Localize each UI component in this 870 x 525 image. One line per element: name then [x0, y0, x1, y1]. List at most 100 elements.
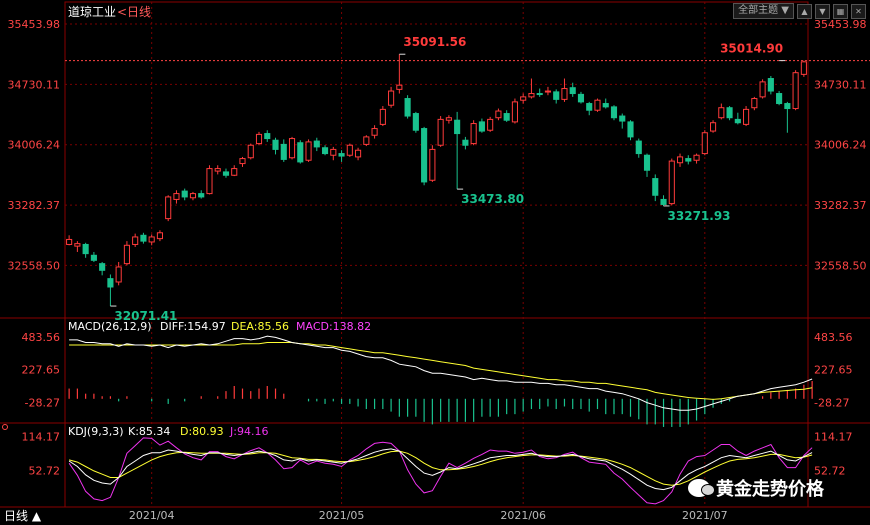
candle-body-up	[544, 90, 552, 93]
candle-body-up	[189, 193, 197, 199]
candle	[586, 101, 593, 116]
candle-body-up	[74, 243, 81, 247]
candle	[313, 137, 320, 152]
candle-body-down	[726, 107, 733, 119]
candle	[379, 106, 386, 127]
candle-body-up	[363, 136, 370, 145]
candle-body-down	[784, 103, 791, 110]
candle	[388, 86, 395, 108]
candle	[255, 131, 263, 146]
macd-panel	[68, 335, 813, 427]
annotation-label: 33271.93	[668, 209, 731, 223]
candle-body-down	[734, 118, 741, 124]
period-selector[interactable]: <日线	[117, 5, 151, 19]
candle-body-down	[280, 143, 287, 160]
candle	[643, 153, 651, 177]
candle-body-down	[536, 93, 543, 96]
candlestick-series	[66, 54, 807, 307]
candle-body-up	[346, 144, 353, 156]
grid-icon[interactable]: ▦	[833, 3, 848, 19]
price-tick-left: 34006.24	[8, 139, 61, 152]
candle	[487, 116, 494, 132]
candle-body-up	[429, 148, 436, 181]
candle-body-down	[627, 121, 634, 138]
candle-body-up	[668, 160, 675, 205]
candle-body-up	[388, 90, 395, 106]
candle-body-down	[660, 198, 667, 205]
candle	[743, 106, 750, 127]
candle	[412, 111, 419, 133]
move-down-icon[interactable]: ▼	[815, 3, 830, 19]
candle	[660, 195, 667, 206]
candle	[676, 153, 684, 167]
candle-body-down	[313, 140, 320, 148]
plot-border	[64, 1, 809, 508]
candle-body-up	[173, 193, 180, 200]
candle-body-up	[445, 117, 452, 121]
close-icon[interactable]: ✕	[851, 3, 866, 19]
candle	[726, 106, 733, 121]
candle	[330, 146, 337, 161]
candle-body-down	[652, 178, 659, 196]
candle-body-down	[586, 103, 593, 111]
candle	[751, 96, 758, 111]
kdj-j-label: J:94.16	[229, 425, 268, 438]
wechat-logo-icon	[688, 479, 715, 497]
candle	[74, 241, 81, 252]
candle	[437, 116, 444, 147]
candle-body-up	[751, 98, 758, 109]
candle	[206, 165, 213, 195]
candle	[66, 235, 73, 246]
candle	[156, 230, 163, 242]
period-toggle[interactable]: 日线 ▲	[4, 509, 42, 523]
candle	[90, 251, 97, 262]
candle	[288, 136, 296, 160]
move-up-icon[interactable]: ▲	[797, 3, 812, 19]
candle	[123, 241, 130, 266]
candle-body-up	[214, 168, 221, 172]
candle-body-down	[643, 154, 651, 171]
candle	[305, 139, 312, 162]
macd-tick-right: 227.65	[814, 364, 853, 377]
candle-body-down	[635, 140, 642, 155]
candle-body-up	[594, 99, 601, 111]
candle	[503, 110, 510, 122]
candle-body-down	[90, 254, 97, 261]
candle-body-down	[421, 128, 428, 183]
candle-body-up	[148, 236, 155, 243]
candle	[718, 103, 725, 120]
candle	[495, 108, 502, 121]
candle-body-down	[264, 133, 271, 140]
candle	[99, 261, 106, 276]
candle-body-down	[602, 103, 609, 108]
theme-dropdown-label: 全部主题	[738, 5, 779, 16]
candle	[693, 153, 700, 164]
candle-body-up	[66, 238, 73, 245]
candle-body-down	[404, 98, 411, 117]
candle	[561, 78, 568, 102]
macd-value-label: MACD:138.82	[296, 320, 371, 333]
kdj-marker-icon	[2, 424, 8, 430]
candle	[222, 168, 230, 178]
candle-body-up	[800, 61, 807, 75]
candle	[247, 143, 254, 160]
candle	[272, 137, 279, 155]
kdj-k-label: K:85.34	[128, 425, 170, 438]
candle	[520, 93, 527, 104]
candle-body-up	[792, 72, 799, 110]
candle-body-up	[288, 138, 296, 159]
candle	[610, 105, 618, 121]
candle	[148, 234, 155, 246]
candle-body-up	[561, 88, 568, 100]
candle	[635, 138, 642, 158]
candle	[668, 158, 675, 206]
macd-dea-label: DEA:85.56	[231, 320, 289, 333]
candle	[759, 79, 766, 99]
candle-body-up	[115, 266, 122, 283]
candle	[231, 165, 238, 177]
kdj-title: KDJ(9,3,3)	[68, 425, 124, 438]
candle	[767, 76, 774, 95]
theme-dropdown[interactable]: 全部主题 ▼	[733, 3, 794, 19]
kdj-tick-left: 52.72	[29, 465, 61, 478]
candle	[627, 120, 634, 141]
